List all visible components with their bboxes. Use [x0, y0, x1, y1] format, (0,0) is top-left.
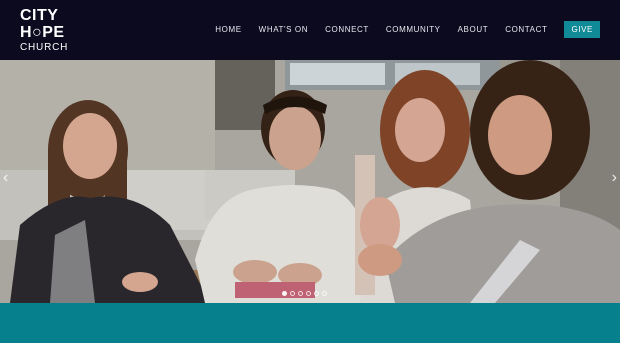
- logo-line-church: CHURCH: [20, 42, 69, 53]
- chevron-left-icon[interactable]: ‹: [3, 170, 8, 186]
- give-button[interactable]: GIVE: [564, 20, 600, 38]
- nav-whats-on[interactable]: WHAT'S ON: [259, 25, 308, 34]
- logo-line-hope: H○PE: [20, 24, 65, 41]
- slider-dot[interactable]: [322, 291, 327, 296]
- slider-dot[interactable]: [282, 291, 287, 296]
- nav-community[interactable]: COMMUNITY: [386, 25, 441, 34]
- city-hope-church-logo[interactable]: CITY H○PE CHURCH: [20, 7, 69, 53]
- hero-photo: [0, 60, 620, 303]
- slider-dot[interactable]: [306, 291, 311, 296]
- slider-pagination: [282, 291, 330, 296]
- chevron-right-icon[interactable]: ›: [612, 170, 617, 186]
- teal-content-band: [0, 303, 620, 343]
- slider-dot[interactable]: [290, 291, 295, 296]
- nav-home[interactable]: HOME: [215, 25, 241, 34]
- nav-contact[interactable]: CONTACT: [505, 25, 547, 34]
- hero-slider: [0, 60, 620, 303]
- logo-line-city: CITY: [20, 7, 59, 24]
- main-nav: HOME WHAT'S ON CONNECT COMMUNITY ABOUT C…: [198, 20, 600, 38]
- nav-connect[interactable]: CONNECT: [325, 25, 369, 34]
- nav-about[interactable]: ABOUT: [458, 25, 489, 34]
- slider-dot[interactable]: [298, 291, 303, 296]
- site-header: CITY H○PE CHURCH HOME WHAT'S ON CONNECT …: [0, 0, 620, 60]
- slider-dot[interactable]: [314, 291, 319, 296]
